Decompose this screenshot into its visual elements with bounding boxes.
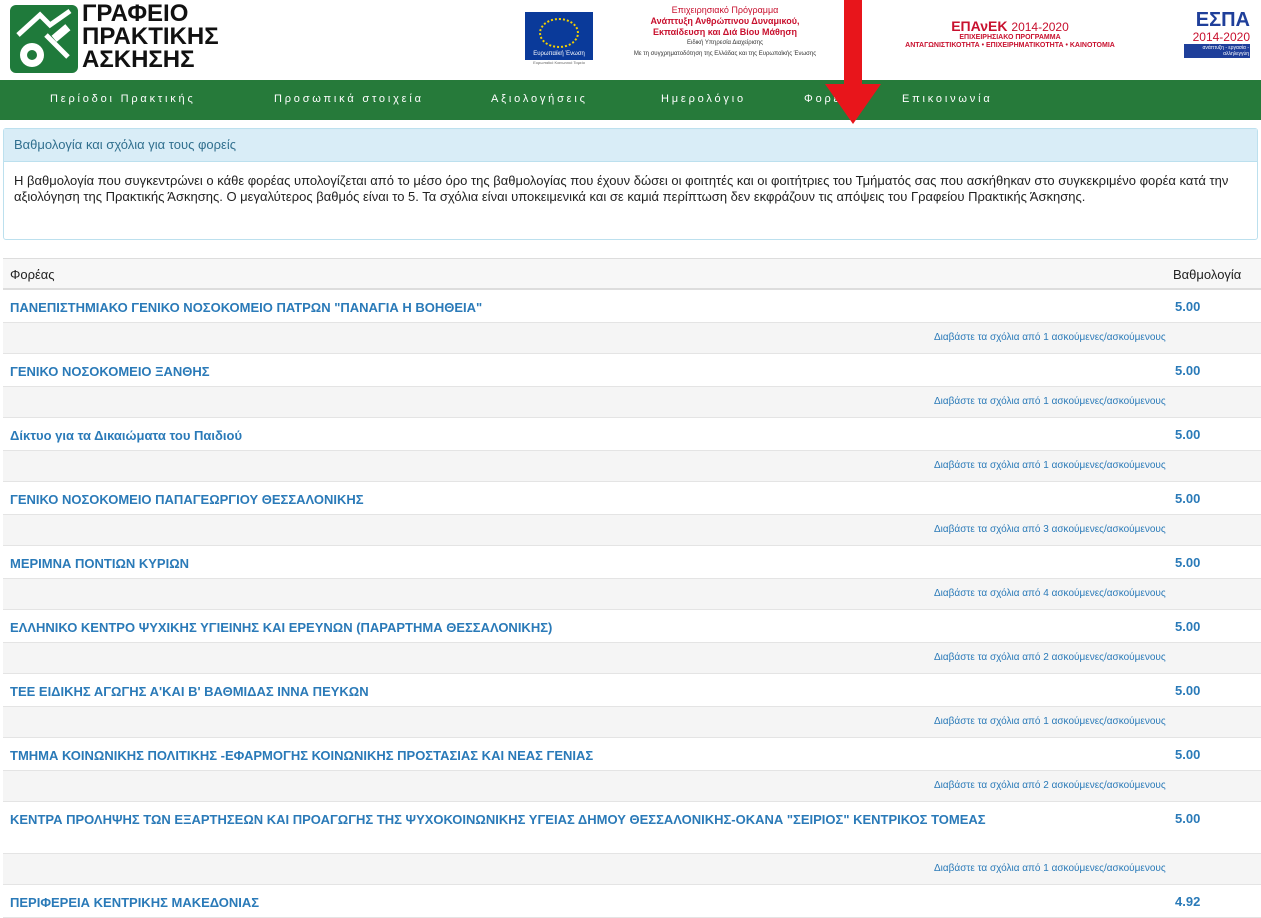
comments-row: Διαβάστε τα σχόλια από 4 ασκούμενες/ασκο… [3, 579, 1261, 610]
nav-calendar[interactable]: Ημερολόγιο [661, 93, 746, 105]
score-value: 5.00 [1175, 491, 1201, 506]
comments-row: Διαβάστε τα σχόλια από 1 ασκούμενες/ασκο… [3, 854, 1261, 885]
red-arrow-icon [825, 0, 881, 124]
info-panel: Βαθμολογία και σχόλια για τους φορείς Η … [3, 128, 1258, 240]
score-value: 5.00 [1175, 363, 1201, 378]
table-row: ΠΕΡΙΦΕΡΕΙΑ ΚΕΝΤΡΙΚΗΣ ΜΑΚΕΔΟΝΙΑΣ 4.92 [3, 885, 1261, 918]
table-row: ΠΑΝΕΠΙΣΤΗΜΙΑΚΟ ΓΕΝΙΚΟ ΝΟΣΟΚΟΜΕΙΟ ΠΑΤΡΩΝ … [3, 290, 1261, 323]
organization-link[interactable]: ΤΕΕ ΕΙΔΙΚΗΣ ΑΓΩΓΗΣ Α'ΚΑΙ Β' ΒΑΘΜΙΔΑΣ ΙΝΝ… [10, 683, 1140, 700]
score-value: 5.00 [1175, 427, 1201, 442]
epanek-logo: ΕΠΑνΕΚ 2014-2020 ΕΠΙΧΕΙΡΗΣΙΑΚΟ ΠΡΟΓΡΑΜΜΑ… [870, 18, 1150, 50]
organizations-table: Φορέας Βαθμολογία ΠΑΝΕΠΙΣΤΗΜΙΑΚΟ ΓΕΝΙΚΟ … [3, 258, 1261, 918]
comments-link[interactable]: Διαβάστε τα σχόλια από 4 ασκούμενες/ασκο… [934, 588, 1166, 599]
table-row: ΜΕΡΙΜΝΑ ΠΟΝΤΙΩΝ ΚΥΡΙΩΝ 5.00 [3, 546, 1261, 579]
comments-link[interactable]: Διαβάστε τα σχόλια από 1 ασκούμενες/ασκο… [934, 332, 1166, 343]
table-row: ΤΕΕ ΕΙΔΙΚΗΣ ΑΓΩΓΗΣ Α'ΚΑΙ Β' ΒΑΘΜΙΔΑΣ ΙΝΝ… [3, 674, 1261, 707]
epanek-title: ΕΠΑνΕΚ [951, 18, 1008, 34]
table-header: Φορέας Βαθμολογία [3, 258, 1261, 290]
score-value: 5.00 [1175, 555, 1201, 570]
header: ΓΡΑΦΕΙΟ ΠΡΑΚΤΙΚΗΣ ΑΣΚΗΣΗΣ Ευρωπαϊκή Ένωσ… [0, 0, 1261, 80]
espa-tag: ανάπτυξη - εργασία - αλληλεγγύη [1184, 44, 1250, 58]
score-value: 4.92 [1175, 894, 1201, 909]
table-row: ΓΕΝΙΚΟ ΝΟΣΟΚΟΜΕΙΟ ΞΑΝΘΗΣ 5.00 [3, 354, 1261, 387]
espa-title: ΕΣΠΑ [1195, 9, 1250, 31]
column-header-organization[interactable]: Φορέας [10, 267, 55, 282]
score-value: 5.00 [1175, 683, 1201, 698]
comments-row: Διαβάστε τα σχόλια από 2 ασκούμενες/ασκο… [3, 643, 1261, 674]
nav-contact[interactable]: Επικοινωνία [902, 93, 993, 105]
eu-stars-icon [539, 18, 579, 48]
table-row: ΚΕΝΤΡΑ ΠΡΟΛΗΨΗΣ ΤΩΝ ΕΞΑΡΤΗΣΕΩΝ ΚΑΙ ΠΡΟΑΓ… [3, 802, 1261, 854]
comments-row: Διαβάστε τα σχόλια από 1 ασκούμενες/ασκο… [3, 387, 1261, 418]
eu-caption: Ευρωπαϊκή Ένωση [533, 51, 585, 57]
score-value: 5.00 [1175, 811, 1201, 826]
score-value: 5.00 [1175, 619, 1201, 634]
table-row: ΕΛΛΗΝΙΚΟ ΚΕΝΤΡΟ ΨΥΧΙΚΗΣ ΥΓΙΕΙΝΗΣ ΚΑΙ ΕΡΕ… [3, 610, 1261, 643]
program-text: Επιχειρησιακό Πρόγραμμα Ανάπτυξη Ανθρώπι… [620, 5, 830, 60]
organization-link[interactable]: ΠΑΝΕΠΙΣΤΗΜΙΑΚΟ ΓΕΝΙΚΟ ΝΟΣΟΚΟΜΕΙΟ ΠΑΤΡΩΝ … [10, 299, 1140, 316]
eu-subcaption: Ευρωπαϊκό Κοινωνικό Ταμείο [533, 60, 585, 65]
organization-link[interactable]: ΕΛΛΗΝΙΚΟ ΚΕΝΤΡΟ ΨΥΧΙΚΗΣ ΥΓΙΕΙΝΗΣ ΚΑΙ ΕΡΕ… [10, 619, 1140, 636]
comments-link[interactable]: Διαβάστε τα σχόλια από 3 ασκούμενες/ασκο… [934, 524, 1166, 535]
organization-link[interactable]: ΓΕΝΙΚΟ ΝΟΣΟΚΟΜΕΙΟ ΠΑΠΑΓΕΩΡΓΙΟΥ ΘΕΣΣΑΛΟΝΙ… [10, 491, 1140, 508]
organization-link[interactable]: ΤΜΗΜΑ ΚΟΙΝΩΝΙΚΗΣ ΠΟΛΙΤΙΚΗΣ -ΕΦΑΡΜΟΓΗΣ ΚΟ… [10, 747, 1140, 764]
office-logo-text[interactable]: ΓΡΑΦΕΙΟ ΠΡΑΚΤΙΚΗΣ ΑΣΚΗΣΗΣ [82, 0, 219, 73]
espa-logo: ΕΣΠΑ 2014-2020 ανάπτυξη - εργασία - αλλη… [1150, 10, 1250, 58]
espa-years: 2014-2020 [1192, 30, 1250, 44]
program-small-2: Με τη συγχρηματοδότηση της Ελλάδας και τ… [633, 51, 817, 57]
nav-periods[interactable]: Περίοδοι Πρακτικής [50, 93, 196, 105]
table-row: ΤΜΗΜΑ ΚΟΙΝΩΝΙΚΗΣ ΠΟΛΙΤΙΚΗΣ -ΕΦΑΡΜΟΓΗΣ ΚΟ… [3, 738, 1261, 771]
office-logo-icon[interactable] [10, 5, 78, 73]
comments-link[interactable]: Διαβάστε τα σχόλια από 1 ασκούμενες/ασκο… [934, 396, 1166, 407]
eu-flag-icon: Ευρωπαϊκή Ένωση [525, 12, 593, 60]
comments-link[interactable]: Διαβάστε τα σχόλια από 1 ασκούμενες/ασκο… [934, 460, 1166, 471]
epanek-years: 2014-2020 [1011, 20, 1069, 34]
logo-line-3: ΑΣΚΗΣΗΣ [82, 46, 195, 73]
nav-personal-info[interactable]: Προσωπικά στοιχεία [274, 93, 424, 105]
organization-link[interactable]: ΚΕΝΤΡΑ ΠΡΟΛΗΨΗΣ ΤΩΝ ΕΞΑΡΤΗΣΕΩΝ ΚΑΙ ΠΡΟΑΓ… [10, 811, 1140, 828]
logo-line-2: ΠΡΑΚΤΙΚΗΣ [82, 23, 219, 50]
column-header-score[interactable]: Βαθμολογία [1173, 267, 1241, 282]
comments-row: Διαβάστε τα σχόλια από 1 ασκούμενες/ασκο… [3, 323, 1261, 354]
program-line-3: Εκπαίδευση και Διά Βίου Μάθηση [652, 27, 798, 37]
program-line-1: Επιχειρησιακό Πρόγραμμα [671, 5, 779, 15]
epanek-sub1: ΕΠΙΧΕΙΡΗΣΙΑΚΟ ΠΡΟΓΡΑΜΜΑ [959, 34, 1061, 41]
comments-link[interactable]: Διαβάστε τα σχόλια από 2 ασκούμενες/ασκο… [934, 780, 1166, 791]
table-row: ΓΕΝΙΚΟ ΝΟΣΟΚΟΜΕΙΟ ΠΑΠΑΓΕΩΡΓΙΟΥ ΘΕΣΣΑΛΟΝΙ… [3, 482, 1261, 515]
organization-link[interactable]: ΓΕΝΙΚΟ ΝΟΣΟΚΟΜΕΙΟ ΞΑΝΘΗΣ [10, 363, 1140, 380]
panel-title: Βαθμολογία και σχόλια για τους φορείς [4, 129, 1257, 162]
panel-body: Η βαθμολογία που συγκεντρώνει ο κάθε φορ… [14, 173, 1229, 204]
score-value: 5.00 [1175, 299, 1201, 314]
comments-row: Διαβάστε τα σχόλια από 1 ασκούμενες/ασκο… [3, 451, 1261, 482]
comments-link[interactable]: Διαβάστε τα σχόλια από 1 ασκούμενες/ασκο… [934, 863, 1166, 874]
nav-evaluations[interactable]: Αξιολογήσεις [491, 93, 588, 105]
epanek-sub2: ΑΝΤΑΓΩΝΙΣΤΙΚΟΤΗΤΑ • ΕΠΙΧΕΙΡΗΜΑΤΙΚΟΤΗΤΑ •… [905, 42, 1115, 49]
comments-link[interactable]: Διαβάστε τα σχόλια από 2 ασκούμενες/ασκο… [934, 652, 1166, 663]
comments-row: Διαβάστε τα σχόλια από 2 ασκούμενες/ασκο… [3, 771, 1261, 802]
organization-link[interactable]: Δίκτυο για τα Δικαιώματα του Παιδιού [10, 427, 1140, 444]
comments-row: Διαβάστε τα σχόλια από 3 ασκούμενες/ασκο… [3, 515, 1261, 546]
score-value: 5.00 [1175, 747, 1201, 762]
organization-link[interactable]: ΠΕΡΙΦΕΡΕΙΑ ΚΕΝΤΡΙΚΗΣ ΜΑΚΕΔΟΝΙΑΣ [10, 894, 1140, 911]
program-small-1: Ειδική Υπηρεσία Διαχείρισης [687, 40, 763, 46]
program-line-2: Ανάπτυξη Ανθρώπινου Δυναμικού, [650, 16, 800, 26]
logo-line-1: ΓΡΑΦΕΙΟ [82, 0, 189, 27]
comments-row: Διαβάστε τα σχόλια από 1 ασκούμενες/ασκο… [3, 707, 1261, 738]
main-nav: Περίοδοι Πρακτικής Προσωπικά στοιχεία Αξ… [0, 80, 1261, 120]
comments-link[interactable]: Διαβάστε τα σχόλια από 1 ασκούμενες/ασκο… [934, 716, 1166, 727]
table-row: Δίκτυο για τα Δικαιώματα του Παιδιού 5.0… [3, 418, 1261, 451]
organization-link[interactable]: ΜΕΡΙΜΝΑ ΠΟΝΤΙΩΝ ΚΥΡΙΩΝ [10, 555, 1140, 572]
